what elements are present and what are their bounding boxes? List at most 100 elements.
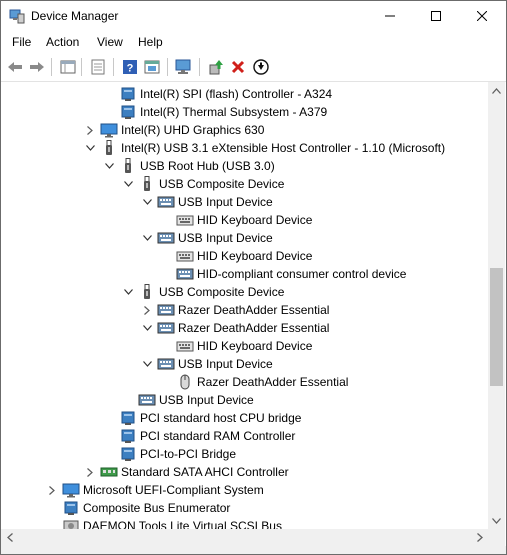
maximize-button[interactable] bbox=[413, 1, 459, 31]
keyboard-device-icon bbox=[176, 212, 194, 228]
tree-item[interactable]: HID Keyboard Device bbox=[159, 247, 312, 265]
chevron-down-icon bbox=[142, 325, 152, 331]
horizontal-scrollbar[interactable] bbox=[1, 529, 488, 546]
collapse-toggle[interactable] bbox=[140, 355, 154, 373]
tree-item[interactable]: USB Input Device bbox=[140, 193, 273, 211]
tree-item[interactable]: Razer DeathAdder Essential bbox=[140, 319, 329, 337]
chevron-right-icon bbox=[87, 467, 93, 477]
tree-item[interactable]: HID Keyboard Device bbox=[159, 211, 312, 229]
collapse-toggle[interactable] bbox=[140, 193, 154, 211]
update-driver-button[interactable] bbox=[207, 58, 225, 76]
scroll-left-button[interactable] bbox=[1, 529, 18, 546]
toolbar-separator bbox=[113, 58, 114, 76]
tree-item[interactable]: PCI-to-PCI Bridge bbox=[102, 445, 236, 463]
tree-item[interactable]: PCI standard RAM Controller bbox=[102, 427, 295, 445]
tree-item[interactable]: Razer DeathAdder Essential bbox=[140, 301, 329, 319]
title-bar[interactable]: Device Manager bbox=[1, 1, 506, 31]
scroll-up-button[interactable] bbox=[488, 82, 505, 99]
tree-item[interactable]: HID-compliant consumer control device bbox=[159, 265, 406, 283]
minimize-button[interactable] bbox=[367, 1, 413, 31]
tree-item-label: USB Input Device bbox=[178, 231, 273, 245]
uninstall-button[interactable] bbox=[229, 58, 247, 76]
tree-item[interactable]: Standard SATA AHCI Controller bbox=[83, 463, 289, 481]
show-pane-button[interactable] bbox=[143, 58, 161, 76]
tree-item[interactable]: Intel(R) UHD Graphics 630 bbox=[83, 121, 264, 139]
tree-item[interactable]: USB Composite Device bbox=[121, 283, 284, 301]
device-manager-window: Device Manager File Action View Help ? I… bbox=[0, 0, 507, 555]
hid-device-icon bbox=[157, 356, 175, 372]
chevron-down-icon bbox=[123, 181, 133, 187]
details-button[interactable] bbox=[89, 58, 107, 76]
tree-item-label: PCI standard RAM Controller bbox=[140, 429, 296, 443]
disk-device-icon bbox=[62, 518, 80, 529]
tree-item-label: Intel(R) UHD Graphics 630 bbox=[121, 123, 265, 137]
chevron-down-icon bbox=[85, 145, 95, 151]
properties-grid-button[interactable] bbox=[59, 58, 77, 76]
device-manager-icon bbox=[9, 9, 25, 24]
update-driver-icon bbox=[209, 60, 223, 75]
menu-bar: File Action View Help bbox=[1, 31, 506, 53]
expand-toggle[interactable] bbox=[83, 463, 97, 481]
uninstall-icon bbox=[231, 60, 245, 74]
tree-item[interactable]: USB Input Device bbox=[140, 229, 273, 247]
expand-toggle[interactable] bbox=[83, 121, 97, 139]
tree-item[interactable]: Composite Bus Enumerator bbox=[45, 499, 230, 517]
collapse-toggle[interactable] bbox=[102, 157, 116, 175]
tree-item-label: USB Input Device bbox=[159, 393, 254, 407]
menu-action[interactable]: Action bbox=[46, 35, 79, 49]
chevron-left-icon bbox=[6, 533, 13, 542]
tree-item-label: HID-compliant consumer control device bbox=[197, 267, 407, 281]
tree-item[interactable]: USB Composite Device bbox=[121, 175, 284, 193]
collapse-toggle[interactable] bbox=[121, 175, 135, 193]
tree-item[interactable]: USB Input Device bbox=[121, 391, 254, 409]
chevron-right-icon bbox=[144, 305, 150, 315]
show-pane-icon bbox=[144, 60, 160, 74]
minimize-icon bbox=[385, 15, 395, 17]
tree-item[interactable]: Razer DeathAdder Essential bbox=[159, 373, 348, 391]
collapse-toggle[interactable] bbox=[140, 319, 154, 337]
disable-device-button[interactable] bbox=[252, 58, 270, 76]
toolbar-separator bbox=[81, 58, 82, 76]
expand-toggle[interactable] bbox=[45, 481, 59, 499]
scan-hardware-button[interactable] bbox=[175, 58, 193, 76]
tree-item[interactable]: USB Root Hub (USB 3.0) bbox=[102, 157, 275, 175]
chip-device-icon bbox=[62, 500, 80, 516]
menu-file[interactable]: File bbox=[12, 35, 31, 49]
tree-item[interactable]: Intel(R) SPI (flash) Controller - A324 bbox=[102, 85, 332, 103]
collapse-toggle[interactable] bbox=[121, 283, 135, 301]
tree-item-label: Razer DeathAdder Essential bbox=[197, 375, 349, 389]
chevron-right-icon bbox=[476, 533, 483, 542]
hid-device-icon bbox=[157, 320, 175, 336]
tree-item[interactable]: USB Input Device bbox=[140, 355, 273, 373]
collapse-toggle[interactable] bbox=[140, 229, 154, 247]
tree-item-label: PCI standard host CPU bridge bbox=[140, 411, 302, 425]
tree-item[interactable]: HID Keyboard Device bbox=[159, 337, 312, 355]
menu-help[interactable]: Help bbox=[138, 35, 163, 49]
scan-hardware-icon bbox=[175, 59, 191, 74]
chip-device-icon bbox=[119, 446, 137, 462]
chevron-down-icon bbox=[104, 163, 114, 169]
toolbar: ? bbox=[1, 53, 506, 82]
tree-item[interactable]: Intel(R) USB 3.1 eXtensible Host Control… bbox=[83, 139, 445, 157]
vertical-scrollbar[interactable] bbox=[488, 82, 505, 529]
menu-view[interactable]: View bbox=[97, 35, 123, 49]
tree-item-label: HID Keyboard Device bbox=[197, 339, 313, 353]
forward-button[interactable] bbox=[28, 58, 46, 76]
scroll-thumb[interactable] bbox=[490, 268, 503, 386]
device-tree[interactable]: Intel(R) SPI (flash) Controller - A324 In… bbox=[1, 82, 488, 529]
help-button[interactable]: ? bbox=[121, 58, 139, 76]
expand-toggle[interactable] bbox=[140, 301, 154, 319]
tree-item[interactable]: Intel(R) Thermal Subsystem - A379 bbox=[102, 103, 327, 121]
status-bar bbox=[1, 546, 506, 554]
tree-item[interactable]: DAEMON Tools Lite Virtual SCSI Bus bbox=[45, 517, 282, 529]
tree-item-label: Intel(R) Thermal Subsystem - A379 bbox=[140, 105, 328, 119]
back-button[interactable] bbox=[6, 58, 24, 76]
close-button[interactable] bbox=[459, 1, 505, 31]
tree-item-label: HID Keyboard Device bbox=[197, 213, 313, 227]
collapse-toggle[interactable] bbox=[83, 139, 97, 157]
scroll-right-button[interactable] bbox=[471, 529, 488, 546]
tree-item[interactable]: PCI standard host CPU bridge bbox=[102, 409, 301, 427]
tree-item-label: USB Composite Device bbox=[159, 285, 285, 299]
scroll-down-button[interactable] bbox=[488, 512, 505, 529]
tree-item[interactable]: Microsoft UEFI-Compliant System bbox=[45, 481, 264, 499]
